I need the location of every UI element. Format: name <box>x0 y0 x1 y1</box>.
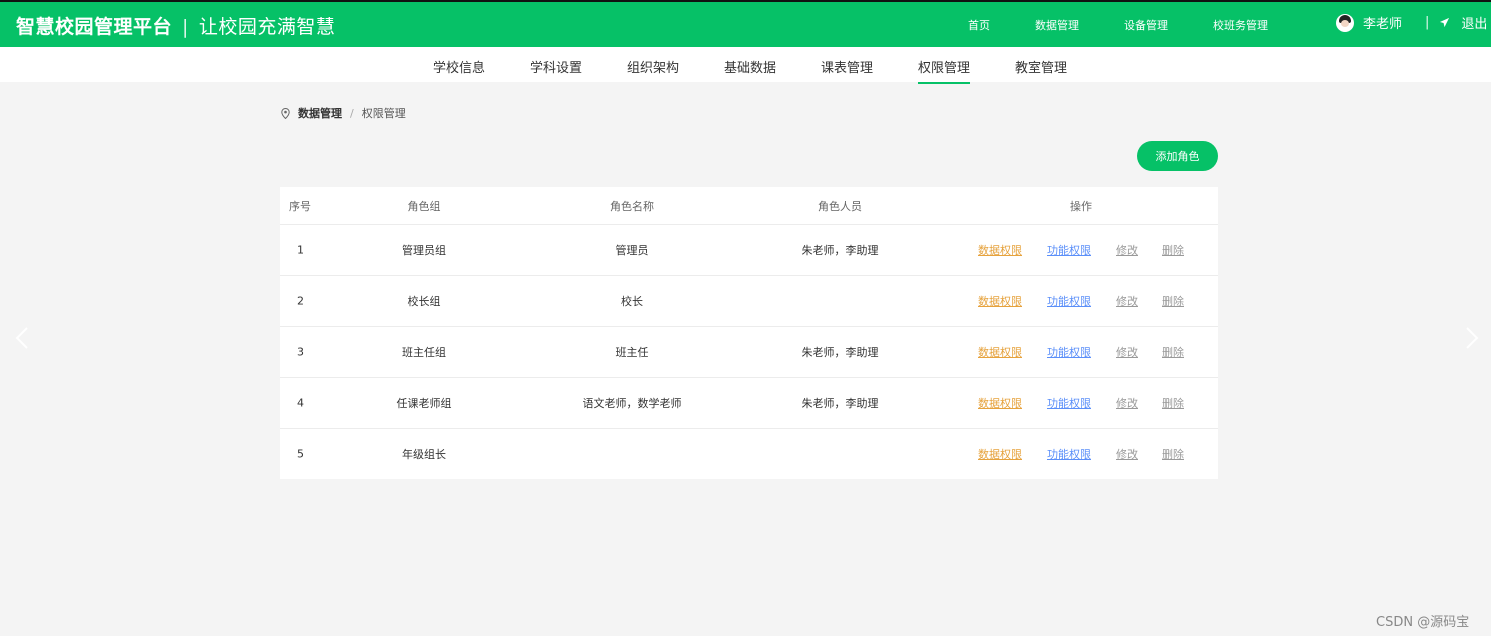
data-permission-link[interactable]: 数据权限 <box>978 446 1022 462</box>
row-role-name: 语文老师，数学老师 <box>582 397 682 410</box>
chevron-left-icon[interactable] <box>14 326 30 350</box>
row-role-name: 校长 <box>621 295 643 308</box>
nav-class-affairs[interactable]: 校班务管理 <box>1213 17 1268 33</box>
row-role-group: 任课老师组 <box>396 397 452 410</box>
user-area: 李老师 | 退出 <box>1336 13 1487 32</box>
function-permission-link[interactable]: 功能权限 <box>1047 395 1091 411</box>
edit-link[interactable]: 修改 <box>1116 395 1138 411</box>
function-permission-link[interactable]: 功能权限 <box>1047 293 1091 309</box>
nav-data-management[interactable]: 数据管理 <box>1035 17 1079 33</box>
brand-title: 智慧校园管理平台 <box>16 16 173 38</box>
delete-link[interactable]: 删除 <box>1162 242 1184 258</box>
tab-schedule[interactable]: 课表管理 <box>821 57 873 76</box>
delete-link[interactable]: 删除 <box>1162 395 1184 411</box>
header-role-group: 角色组 <box>407 199 441 213</box>
breadcrumb: 数据管理 / 权限管理 <box>281 105 406 121</box>
send-icon <box>1440 17 1450 28</box>
top-header: 智慧校园管理平台 | 让校园充满智慧 首页 数据管理 设备管理 校班务管理 李老师 … <box>0 0 1491 47</box>
table-row: 2 校长组 校长 数据权限 功能权限 修改 删除 <box>280 275 1218 326</box>
row-role-group: 管理员组 <box>402 244 446 257</box>
data-permission-link[interactable]: 数据权限 <box>978 344 1022 360</box>
add-role-button[interactable]: 添加角色 <box>1137 141 1218 171</box>
function-permission-link[interactable]: 功能权限 <box>1047 242 1091 258</box>
data-permission-link[interactable]: 数据权限 <box>978 395 1022 411</box>
data-permission-link[interactable]: 数据权限 <box>978 242 1022 258</box>
tab-subject-settings[interactable]: 学科设置 <box>530 57 582 76</box>
breadcrumb-home[interactable]: 数据管理 <box>298 105 342 121</box>
edit-link[interactable]: 修改 <box>1116 293 1138 309</box>
watermark: CSDN @源码宝 <box>1376 615 1470 630</box>
data-permission-link[interactable]: 数据权限 <box>978 293 1022 309</box>
nav-home[interactable]: 首页 <box>968 17 990 33</box>
header-index: 序号 <box>289 199 311 213</box>
user-name[interactable]: 李老师 <box>1363 13 1402 32</box>
avatar[interactable] <box>1336 13 1354 32</box>
row-role-group: 年级组长 <box>402 448 446 461</box>
row-role-group: 班主任组 <box>402 346 446 359</box>
delete-link[interactable]: 删除 <box>1162 446 1184 462</box>
header-role-name: 角色名称 <box>610 199 654 213</box>
tab-permissions[interactable]: 权限管理 <box>918 57 971 84</box>
breadcrumb-current: 权限管理 <box>361 107 406 120</box>
row-index: 5 <box>297 447 304 461</box>
row-role-name: 管理员 <box>615 244 649 257</box>
delete-link[interactable]: 删除 <box>1162 344 1184 360</box>
location-pin-icon <box>281 107 290 119</box>
table-row: 3 班主任组 班主任 朱老师，李助理 数据权限 功能权限 修改 删除 <box>280 326 1218 377</box>
row-index: 4 <box>297 396 304 410</box>
roles-table: 序号 角色组 角色名称 角色人员 操作 1 管理员组 管理员 朱老师，李助理 数… <box>280 187 1218 479</box>
edit-link[interactable]: 修改 <box>1116 344 1138 360</box>
row-role-members: 朱老师，李助理 <box>801 397 879 410</box>
function-permission-link[interactable]: 功能权限 <box>1047 344 1091 360</box>
chevron-right-icon[interactable] <box>1464 326 1480 350</box>
row-index: 2 <box>297 294 304 308</box>
row-role-group: 校长组 <box>407 295 441 308</box>
tab-school-info[interactable]: 学校信息 <box>433 57 485 76</box>
top-nav: 首页 数据管理 设备管理 校班务管理 <box>968 17 1313 33</box>
logout-label: 退出 <box>1461 17 1488 32</box>
table-row: 1 管理员组 管理员 朱老师，李助理 数据权限 功能权限 修改 删除 <box>280 224 1218 275</box>
table-header: 序号 角色组 角色名称 角色人员 操作 <box>280 187 1218 224</box>
brand-slogan: 让校园充满智慧 <box>198 16 336 38</box>
row-role-members: 朱老师，李助理 <box>801 346 879 359</box>
tab-basic-data[interactable]: 基础数据 <box>724 57 776 76</box>
table-row: 4 任课老师组 语文老师，数学老师 朱老师，李助理 数据权限 功能权限 修改 删… <box>280 377 1218 428</box>
nav-device-management[interactable]: 设备管理 <box>1124 17 1168 33</box>
breadcrumb-separator: / <box>350 106 354 120</box>
row-role-name: 班主任 <box>615 346 649 359</box>
edit-link[interactable]: 修改 <box>1116 242 1138 258</box>
brand-separator: | <box>182 16 189 38</box>
function-permission-link[interactable]: 功能权限 <box>1047 446 1091 462</box>
tab-classrooms[interactable]: 教室管理 <box>1015 57 1067 76</box>
sub-nav: 学校信息 学科设置 组织架构 基础数据 课表管理 权限管理 教室管理 <box>0 47 1491 84</box>
header-role-members: 角色人员 <box>818 199 862 213</box>
brand: 智慧校园管理平台 | 让校园充满智慧 <box>16 12 335 39</box>
header-actions: 操作 <box>1070 199 1092 213</box>
user-divider: | <box>1425 15 1430 30</box>
table-row: 5 年级组长 数据权限 功能权限 修改 删除 <box>280 428 1218 479</box>
row-role-members: 朱老师，李助理 <box>801 244 879 257</box>
logout-button[interactable]: 退出 <box>1439 13 1487 32</box>
tab-org-structure[interactable]: 组织架构 <box>627 57 679 76</box>
delete-link[interactable]: 删除 <box>1162 293 1184 309</box>
row-index: 3 <box>297 345 304 359</box>
row-index: 1 <box>297 243 304 257</box>
edit-link[interactable]: 修改 <box>1116 446 1138 462</box>
